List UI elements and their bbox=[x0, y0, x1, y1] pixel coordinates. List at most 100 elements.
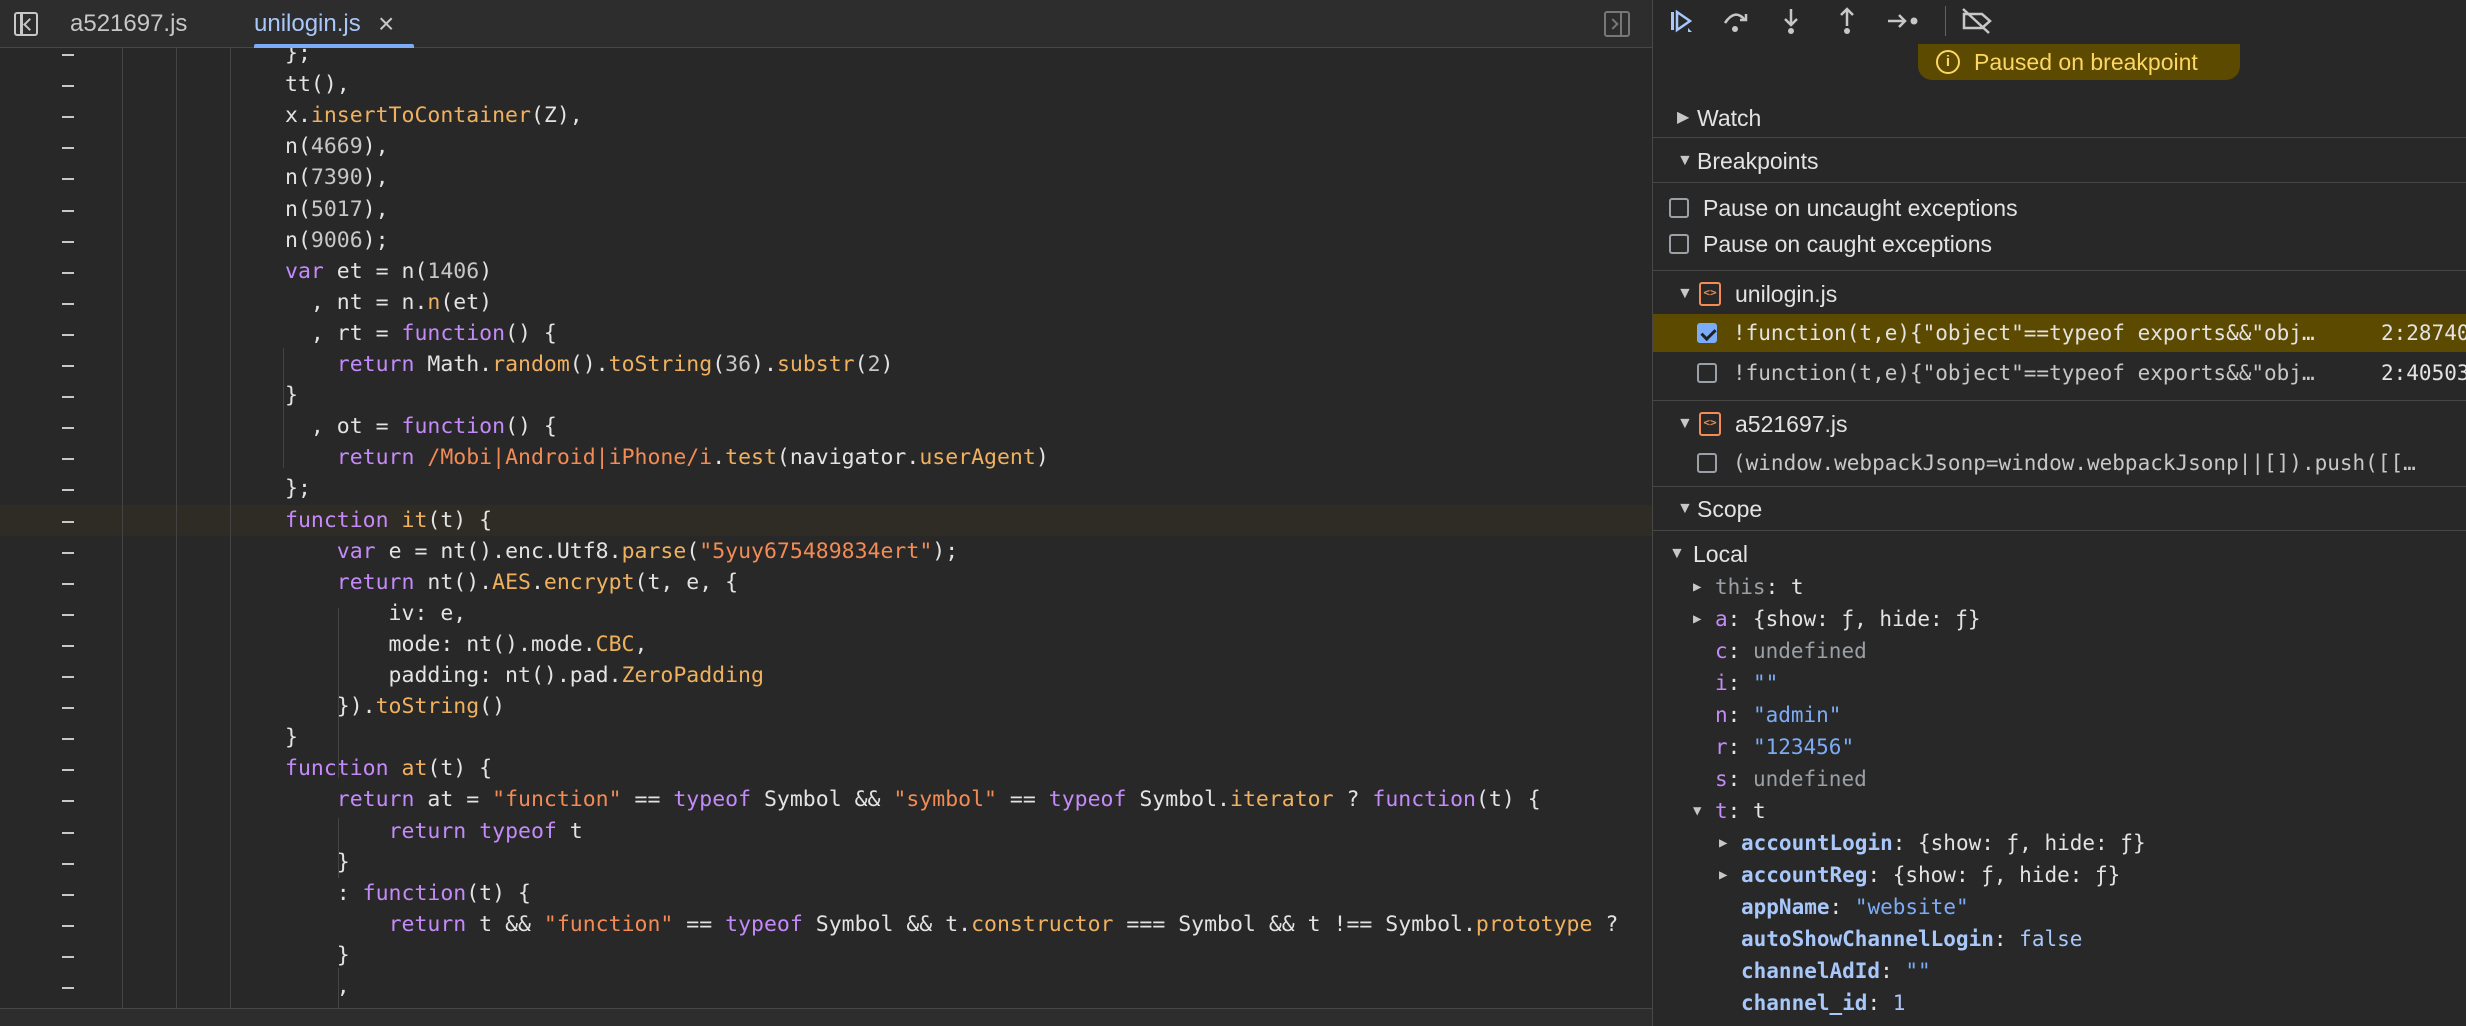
scope-variable[interactable]: r: "123456" bbox=[1693, 731, 1854, 763]
tab-unilogin[interactable]: unilogin.js × bbox=[240, 0, 414, 48]
code-line[interactable]: }).toString() bbox=[0, 691, 1652, 722]
pause-uncaught-row[interactable]: Pause on uncaught exceptions bbox=[1653, 192, 2466, 224]
breakpoint-file-unilogin[interactable]: ▼ <> unilogin.js bbox=[1653, 276, 2466, 312]
scope-variable[interactable]: channelAdId: "" bbox=[1719, 955, 1931, 987]
scope-separator: : bbox=[1727, 735, 1753, 759]
scope-separator: : bbox=[1727, 799, 1753, 823]
breakpoint-code: (window.webpackJsonp=window.webpackJsonp… bbox=[1733, 451, 2416, 475]
code-line[interactable]: , nt = n.n(et) bbox=[0, 287, 1652, 318]
code-line[interactable]: return at = "function" == typeof Symbol … bbox=[0, 784, 1652, 815]
scope-variable[interactable]: ▶ accountLogin: {show: ƒ, hide: ƒ} bbox=[1719, 827, 2146, 859]
code-line[interactable]: padding: nt().pad.ZeroPadding bbox=[0, 660, 1652, 691]
breakpoint-location: 2:28740 bbox=[2381, 321, 2466, 345]
code-text: : function(t) { bbox=[285, 880, 531, 906]
breakpoints-section-header[interactable]: ▼ Breakpoints bbox=[1653, 143, 2466, 179]
scope-variable[interactable]: n: "admin" bbox=[1693, 699, 1841, 731]
code-line[interactable]: return nt().AES.encrypt(t, e, { bbox=[0, 567, 1652, 598]
code-line[interactable]: return t && "function" == typeof Symbol … bbox=[0, 909, 1652, 940]
breakpoint-code: !function(t,e){"object"==typeof exports&… bbox=[1733, 321, 2315, 345]
scope-key: channelAdId bbox=[1741, 959, 1881, 983]
code-line[interactable]: , rt = function() { bbox=[0, 318, 1652, 349]
scope-variable[interactable]: i: "" bbox=[1693, 667, 1778, 699]
code-line[interactable]: n(4669), bbox=[0, 131, 1652, 162]
step-into-icon[interactable] bbox=[1773, 6, 1809, 38]
code-line[interactable]: iv: e, bbox=[0, 598, 1652, 629]
code-line[interactable]: } bbox=[0, 940, 1652, 971]
pause-caught-row[interactable]: Pause on caught exceptions bbox=[1653, 228, 2466, 260]
code-line[interactable]: return /Mobi|Android|iPhone/i.test(navig… bbox=[0, 442, 1652, 473]
scope-variable[interactable]: autoShowChannelLogin: false bbox=[1719, 923, 2082, 955]
code-line[interactable]: n(5017), bbox=[0, 194, 1652, 225]
scope-variable[interactable]: ▶ a: {show: ƒ, hide: ƒ} bbox=[1693, 603, 1981, 635]
scope-variable[interactable]: s: undefined bbox=[1693, 763, 1867, 795]
scope-key: n bbox=[1715, 703, 1728, 727]
code-line[interactable]: n(7390), bbox=[0, 162, 1652, 193]
code-line[interactable]: x.insertToContainer(Z), bbox=[0, 100, 1652, 131]
scope-variable[interactable]: ▼ t: t bbox=[1693, 795, 1766, 827]
code-line[interactable]: } bbox=[0, 380, 1652, 411]
scope-value: "" bbox=[1752, 671, 1779, 695]
scope-separator: : bbox=[1727, 671, 1753, 695]
tab-a521697[interactable]: a521697.js bbox=[70, 0, 210, 48]
info-icon: i bbox=[1936, 50, 1960, 74]
scope-variable[interactable]: c: undefined bbox=[1693, 635, 1867, 667]
code-line[interactable]: var e = nt().enc.Utf8.parse("5yuy6754898… bbox=[0, 536, 1652, 567]
debugger-panel-toggle-icon[interactable] bbox=[1604, 11, 1630, 37]
code-text: n(9006); bbox=[285, 227, 389, 253]
code-line[interactable]: tt(), bbox=[0, 69, 1652, 100]
breakpoint-row[interactable]: !function(t,e){"object"==typeof exports&… bbox=[1653, 314, 2466, 352]
expand-arrow-icon[interactable]: ▶ bbox=[1719, 859, 1727, 891]
code-line[interactable]: } bbox=[0, 722, 1652, 753]
scope-variable[interactable]: appName: "website" bbox=[1719, 891, 1969, 923]
step-out-icon[interactable] bbox=[1829, 6, 1865, 38]
breakpoint-file-a521697[interactable]: ▼ <> a521697.js bbox=[1653, 406, 2466, 442]
code-text: n(4669), bbox=[285, 134, 389, 160]
pause-uncaught-label: Pause on uncaught exceptions bbox=[1703, 195, 2018, 221]
deactivate-breakpoints-icon[interactable] bbox=[1959, 6, 1995, 38]
code-line[interactable]: }; bbox=[0, 48, 1652, 69]
expand-arrow-icon[interactable]: ▶ bbox=[1693, 603, 1701, 635]
watch-section-header[interactable]: ▶ Watch bbox=[1653, 100, 2466, 136]
scope-variable[interactable]: channel_id: 1 bbox=[1719, 987, 1905, 1019]
code-text: }; bbox=[285, 48, 311, 66]
breakpoint-checkbox[interactable] bbox=[1697, 323, 1717, 343]
code-line[interactable]: return Math.random().toString(36).substr… bbox=[0, 349, 1652, 380]
breakpoint-row[interactable]: (window.webpackJsonp=window.webpackJsonp… bbox=[1653, 444, 2466, 482]
breakpoint-checkbox[interactable] bbox=[1697, 453, 1717, 473]
code-line[interactable]: mode: nt().mode.CBC, bbox=[0, 629, 1652, 660]
step-over-icon[interactable] bbox=[1717, 6, 1753, 38]
navigator-toggle-icon[interactable] bbox=[12, 10, 40, 38]
local-scope-header[interactable]: ▼ Local bbox=[1653, 537, 2466, 571]
code-line[interactable]: return typeof t bbox=[0, 816, 1652, 847]
script-file-icon: <> bbox=[1699, 282, 1721, 306]
code-line[interactable]: n(9006); bbox=[0, 225, 1652, 256]
breakpoint-row[interactable]: !function(t,e){"object"==typeof exports&… bbox=[1653, 354, 2466, 392]
tab-label: a521697.js bbox=[70, 10, 188, 37]
indent-guide bbox=[338, 968, 339, 1008]
code-text: n(5017), bbox=[285, 196, 389, 222]
code-text: return typeof t bbox=[388, 818, 583, 844]
code-line[interactable]: function at(t) { bbox=[0, 753, 1652, 784]
expand-arrow-icon[interactable]: ▶ bbox=[1693, 571, 1701, 603]
file-name: a521697.js bbox=[1735, 411, 1848, 437]
resume-icon[interactable] bbox=[1663, 6, 1699, 38]
collapse-arrow-icon[interactable]: ▼ bbox=[1693, 795, 1701, 827]
code-editor[interactable]: }; tt(), x.insertToContainer(Z), n(4669), n(… bbox=[0, 48, 1652, 1008]
code-line[interactable]: , bbox=[0, 971, 1652, 1002]
code-line[interactable]: } bbox=[0, 847, 1652, 878]
step-icon[interactable] bbox=[1885, 6, 1921, 38]
pause-caught-checkbox[interactable] bbox=[1669, 234, 1689, 254]
code-line[interactable]: }; bbox=[0, 473, 1652, 504]
scope-variable[interactable]: ▶ accountReg: {show: ƒ, hide: ƒ} bbox=[1719, 859, 2120, 891]
code-line[interactable]: : function(t) { bbox=[0, 878, 1652, 909]
close-icon[interactable]: × bbox=[378, 0, 394, 48]
breakpoint-checkbox[interactable] bbox=[1697, 363, 1717, 383]
code-text: } bbox=[285, 942, 350, 968]
code-line[interactable]: , ot = function() { bbox=[0, 411, 1652, 442]
code-line-current[interactable]: function it(t) { bbox=[0, 504, 1652, 536]
code-line[interactable]: var et = n(1406) bbox=[0, 256, 1652, 287]
expand-arrow-icon[interactable]: ▶ bbox=[1719, 827, 1727, 859]
scope-section-header[interactable]: ▼ Scope bbox=[1653, 491, 2466, 527]
scope-variable[interactable]: ▶ this: t bbox=[1693, 571, 1804, 603]
pause-uncaught-checkbox[interactable] bbox=[1669, 198, 1689, 218]
